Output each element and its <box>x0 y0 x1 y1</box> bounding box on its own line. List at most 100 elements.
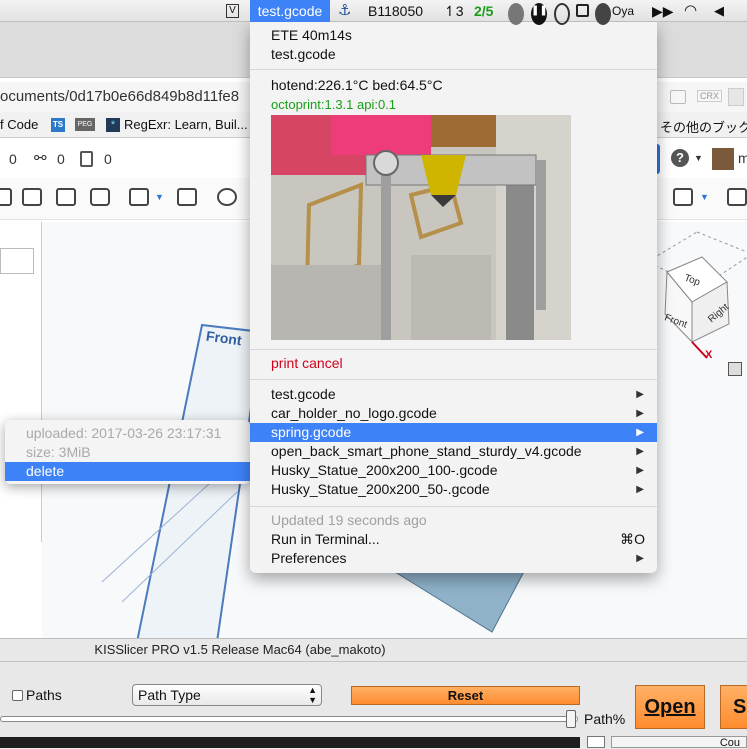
uploaded-info: uploaded: 2017-03-26 23:17:31 <box>26 425 222 441</box>
file-name: Husky_Statue_200x200_100-.gcode <box>271 462 498 478</box>
wifi-icon[interactable]: ◠ <box>684 0 697 22</box>
path-type-value: Path Type <box>138 687 201 703</box>
url-text: ocuments/0d17b0e66d849b8d11fe8 <box>0 88 240 105</box>
chevron-down-icon[interactable]: ▼ <box>155 192 164 202</box>
file-item-selected[interactable]: spring.gcode ▶ <box>250 423 657 442</box>
kisslicer-window: KISSlicer PRO v1.5 Release Mac64 (abe_ma… <box>0 638 747 749</box>
run-in-terminal-item[interactable]: Run in Terminal... ⌘O <box>250 530 657 549</box>
chevron-right-icon: ▶ <box>636 465 644 476</box>
do-not-disturb-icon[interactable] <box>554 3 570 25</box>
open-button[interactable]: Open <box>635 685 705 729</box>
preferences-item[interactable]: Preferences ▶ <box>250 549 657 568</box>
extension-icon[interactable] <box>728 88 744 106</box>
book-icon[interactable] <box>673 188 693 206</box>
rings-icon[interactable] <box>217 188 237 206</box>
path-percent-label: Path% <box>584 711 626 727</box>
separator <box>250 379 657 380</box>
size-info: size: 3MiB <box>26 444 91 460</box>
fast-forward-icon[interactable]: ▶▶ <box>652 0 674 22</box>
typescript-icon[interactable]: TS <box>51 118 65 132</box>
file-name: open_back_smart_phone_stand_sturdy_v4.gc… <box>271 443 582 459</box>
job-name: test.gcode <box>271 46 336 62</box>
user-label[interactable]: Oya <box>612 0 634 22</box>
bookmark-regexr[interactable]: RegExr: Learn, Buil... <box>124 117 248 132</box>
chevron-down-icon[interactable]: ▼ <box>694 153 703 163</box>
chevron-right-icon: ▶ <box>636 484 644 495</box>
delete-menu-item[interactable]: delete <box>5 462 250 481</box>
run-in-terminal-label: Run in Terminal... <box>271 531 380 547</box>
arrow-count[interactable]: ↿3 <box>444 0 464 22</box>
stat-c: 0 <box>104 151 112 167</box>
pause-icon[interactable]: ❚❚ <box>531 3 548 25</box>
file-name: Husky_Statue_200x200_50-.gcode <box>271 481 490 497</box>
file-item[interactable]: car_holder_no_logo.gcode ▶ <box>250 404 657 423</box>
window-title: KISSlicer PRO v1.5 Release Mac64 (abe_ma… <box>94 642 386 657</box>
avatar[interactable] <box>712 148 734 170</box>
save-button[interactable]: Sa <box>720 685 747 729</box>
volume-icon[interactable]: ◀ <box>714 0 724 22</box>
panel-input[interactable] <box>0 248 34 274</box>
spiral-icon[interactable] <box>508 3 524 25</box>
print-cancel-item[interactable]: print cancel <box>250 354 657 373</box>
octoprint-menu: ETE 40m14s test.gcode hotend:226.1°C bed… <box>250 22 657 573</box>
disk-icon[interactable] <box>90 188 110 206</box>
help-icon[interactable]: ? <box>671 149 689 167</box>
tool-icon[interactable] <box>0 188 12 206</box>
stop-icon[interactable] <box>576 4 589 17</box>
v-icon[interactable]: V <box>226 4 239 18</box>
bookmark-other[interactable]: その他のブックマ <box>660 117 747 136</box>
small-button[interactable] <box>587 736 605 748</box>
axis-x-label: X <box>705 349 713 361</box>
separator <box>250 69 657 70</box>
stepper-icon: ▲ ▼ <box>308 685 317 705</box>
peg-icon[interactable]: PEG <box>75 118 95 131</box>
chevron-right-icon: ▶ <box>636 446 644 457</box>
books-icon[interactable] <box>177 188 197 206</box>
fraction-text[interactable]: 2/5 <box>474 0 493 22</box>
user-icon[interactable] <box>595 3 611 25</box>
file-name: test.gcode <box>271 386 336 402</box>
count-button[interactable]: Cou <box>611 736 747 749</box>
chevron-right-icon: ▶ <box>636 427 644 438</box>
box-icon[interactable] <box>728 362 742 376</box>
reset-button[interactable]: Reset <box>351 686 580 705</box>
webcam-scene <box>271 115 571 340</box>
regexr-icon: * <box>106 118 120 132</box>
file-context-submenu: uploaded: 2017-03-26 23:17:31 size: 3MiB… <box>5 420 250 484</box>
separator <box>250 506 657 507</box>
add-icon[interactable] <box>727 188 747 206</box>
file-name: car_holder_no_logo.gcode <box>271 405 437 421</box>
grid-icon[interactable] <box>129 188 149 206</box>
crx-extension-icon[interactable]: CRX <box>697 90 723 102</box>
file-item[interactable]: Husky_Statue_200x200_100-.gcode ▶ <box>250 461 657 480</box>
preferences-label: Preferences <box>271 550 347 566</box>
bottom-dark-strip <box>0 737 580 748</box>
book-icon[interactable] <box>56 188 76 206</box>
webcam-image <box>271 115 571 340</box>
chevron-right-icon: ▶ <box>636 408 644 419</box>
file-item[interactable]: Husky_Statue_200x200_50-.gcode ▶ <box>250 480 657 499</box>
extension-icon[interactable] <box>670 90 686 104</box>
stat-a: 0 <box>9 151 17 167</box>
paths-checkbox[interactable] <box>12 690 23 701</box>
stat-b: 0 <box>57 151 65 167</box>
path-slider-thumb[interactable] <box>566 710 576 728</box>
shortcut-text: ⌘O <box>620 531 645 547</box>
link-icon: ⚯ <box>34 150 47 167</box>
anchor-icon[interactable]: ⚓ <box>338 0 351 22</box>
shape-icon[interactable] <box>22 188 42 206</box>
path-type-select[interactable]: Path Type ▲ ▼ <box>132 684 322 706</box>
chevron-down-icon[interactable]: ▼ <box>700 192 709 202</box>
file-item[interactable]: open_back_smart_phone_stand_sturdy_v4.gc… <box>250 442 657 461</box>
file-item[interactable]: test.gcode ▶ <box>250 385 657 404</box>
version-text: octoprint:1.3.1 api:0.1 <box>271 97 397 112</box>
chevron-right-icon: ▶ <box>636 553 644 564</box>
menubar-app-title[interactable]: test.gcode <box>250 0 330 22</box>
title-divider <box>0 661 747 662</box>
view-cube <box>645 231 747 359</box>
avatar-name: m <box>738 150 747 166</box>
sensor-text[interactable]: B118050 <box>368 0 423 22</box>
path-slider-track[interactable] <box>0 716 578 722</box>
bookmark-code[interactable]: f Code <box>0 117 38 132</box>
chevron-right-icon: ▶ <box>636 389 644 400</box>
